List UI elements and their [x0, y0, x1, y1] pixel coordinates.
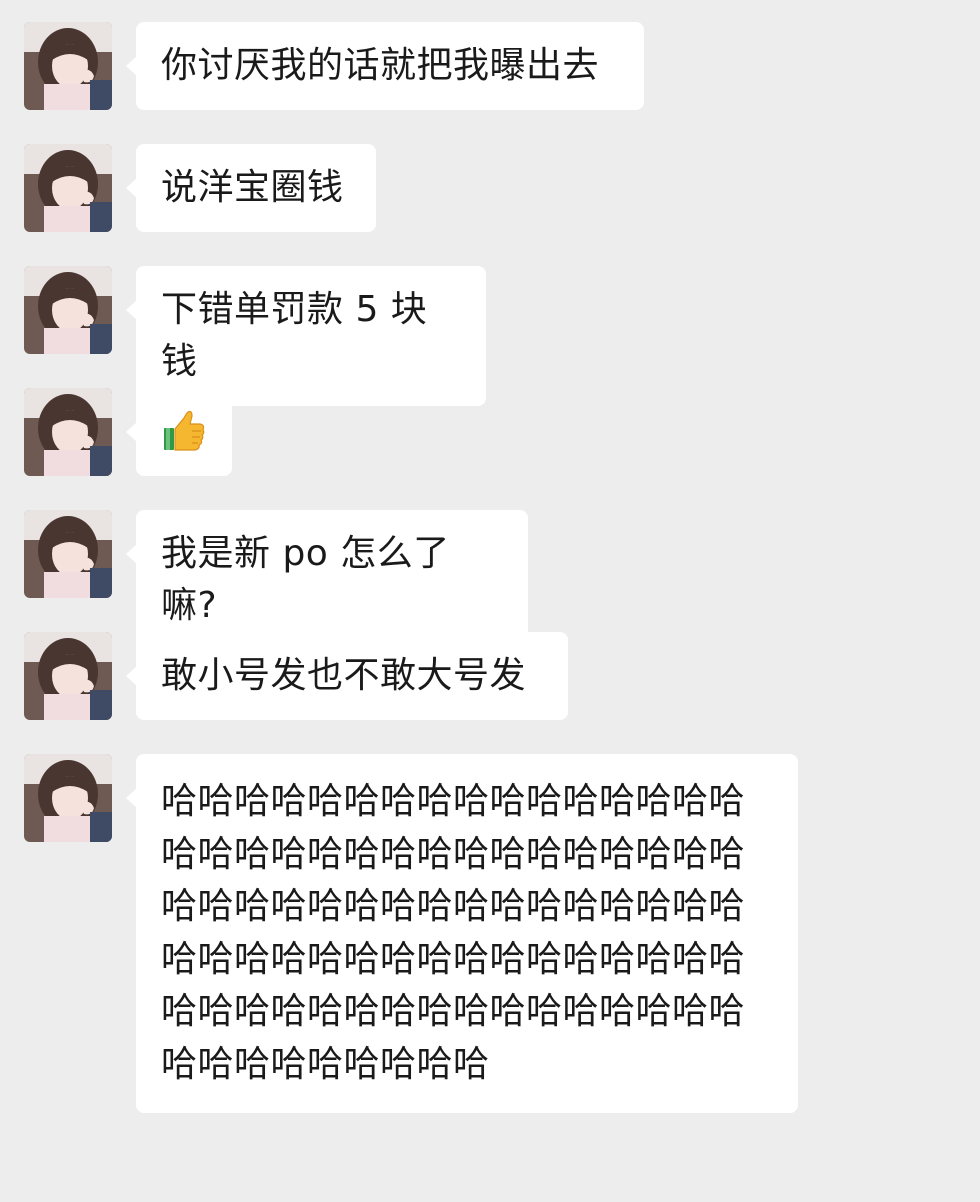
- avatar-photo-icon: [24, 22, 112, 110]
- avatar-photo-icon: [24, 144, 112, 232]
- message-text: 敢小号发也不敢大号发: [161, 655, 527, 696]
- message-text: 我是新 po 怎么了嘛?: [161, 533, 450, 626]
- message-row: [24, 388, 232, 476]
- message-row: 说洋宝圈钱: [24, 144, 376, 232]
- message-bubble[interactable]: 哈哈哈哈哈哈哈哈哈哈哈哈哈哈哈哈哈哈哈哈哈哈哈哈哈哈哈哈哈哈哈哈哈哈哈哈哈哈哈哈…: [126, 754, 798, 1113]
- thumbs-up-icon: [164, 410, 205, 451]
- message-row: 你讨厌我的话就把我曝出去: [24, 22, 644, 110]
- avatar-photo-icon: [24, 388, 112, 476]
- message-row: 下错单罚款 5 块钱: [24, 266, 486, 406]
- message-bubble[interactable]: 下错单罚款 5 块钱: [126, 266, 486, 406]
- message-bubble[interactable]: 我是新 po 怎么了嘛?: [126, 510, 528, 650]
- message-text: 下错单罚款 5 块钱: [161, 289, 428, 382]
- message-row: 敢小号发也不敢大号发: [24, 632, 568, 720]
- message-bubble[interactable]: 你讨厌我的话就把我曝出去: [126, 22, 644, 110]
- message-bubble[interactable]: 敢小号发也不敢大号发: [126, 632, 568, 720]
- contact-avatar[interactable]: [24, 22, 112, 110]
- contact-avatar[interactable]: [24, 510, 112, 598]
- message-text: 说洋宝圈钱: [161, 167, 344, 208]
- chat-thread[interactable]: 你讨厌我的话就把我曝出去 说洋宝圈钱 下错单罚款 5 块钱 我是新 po 怎么了…: [0, 0, 980, 1202]
- message-bubble[interactable]: 说洋宝圈钱: [126, 144, 376, 232]
- avatar-photo-icon: [24, 266, 112, 354]
- message-bubble[interactable]: [126, 388, 232, 476]
- contact-avatar[interactable]: [24, 754, 112, 842]
- message-row: 我是新 po 怎么了嘛?: [24, 510, 528, 650]
- contact-avatar[interactable]: [24, 144, 112, 232]
- avatar-photo-icon: [24, 510, 112, 598]
- message-text: 你讨厌我的话就把我曝出去: [161, 45, 600, 86]
- contact-avatar[interactable]: [24, 632, 112, 720]
- avatar-photo-icon: [24, 754, 112, 842]
- avatar-photo-icon: [24, 632, 112, 720]
- contact-avatar[interactable]: [24, 388, 112, 476]
- contact-avatar[interactable]: [24, 266, 112, 354]
- message-row: 哈哈哈哈哈哈哈哈哈哈哈哈哈哈哈哈哈哈哈哈哈哈哈哈哈哈哈哈哈哈哈哈哈哈哈哈哈哈哈哈…: [24, 754, 798, 1113]
- message-text: 哈哈哈哈哈哈哈哈哈哈哈哈哈哈哈哈哈哈哈哈哈哈哈哈哈哈哈哈哈哈哈哈哈哈哈哈哈哈哈哈…: [161, 781, 746, 1085]
